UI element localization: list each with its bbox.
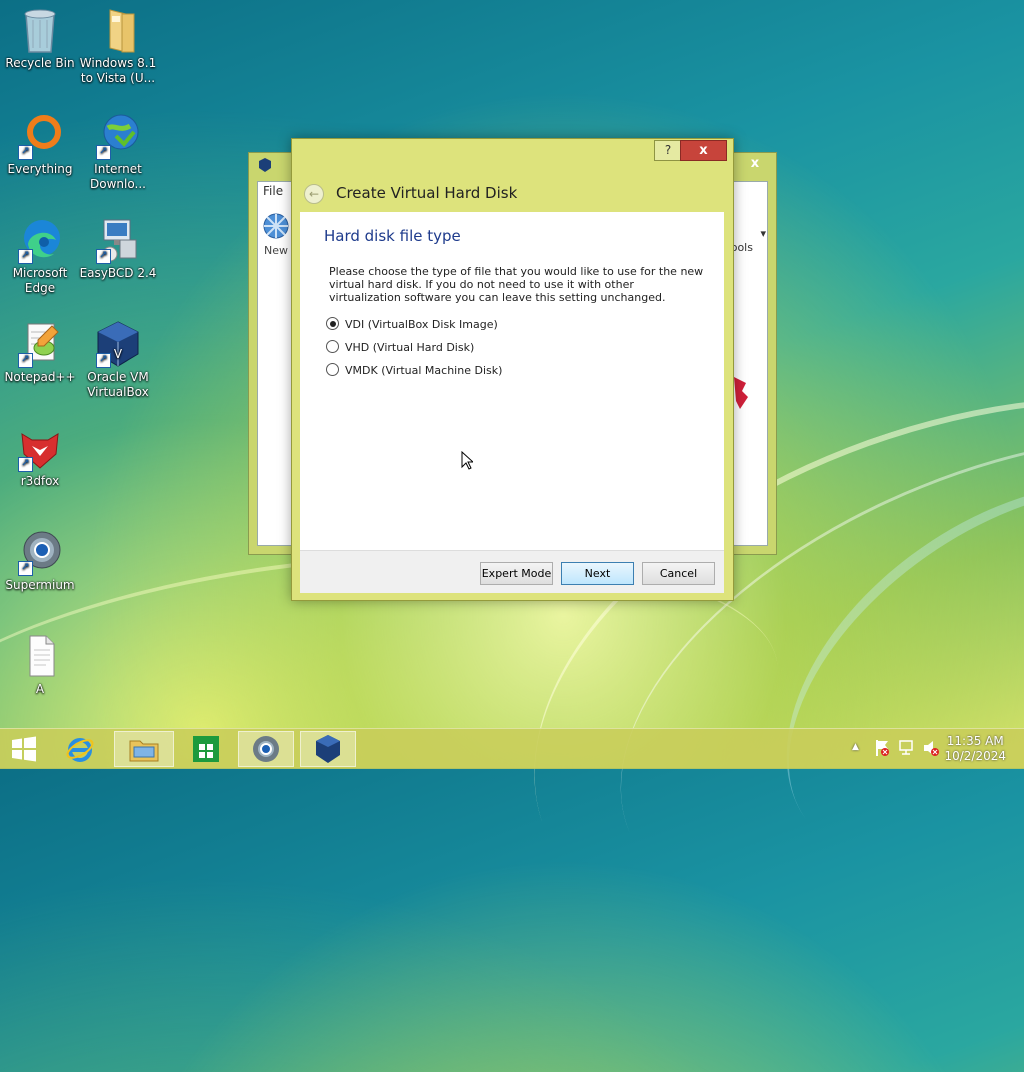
desktop-icon-r3dfox[interactable]: ↗ r3dfox [0,424,80,489]
desktop-icon-label: Everything [7,162,73,176]
radio-vhd[interactable]: VHD (Virtual Hard Disk) [326,340,474,354]
taskbar-internet-explorer[interactable] [52,731,108,767]
cancel-button[interactable]: Cancel [642,562,715,585]
clock-time: 11:35 AM [946,734,1004,748]
desktop-icon-label: Supermium [5,578,75,592]
radio-label: VDI (VirtualBox Disk Image) [345,318,498,331]
internet-download-manager-icon: ↗ [94,112,142,160]
edge-icon: ↗ [16,216,64,264]
recycle-bin-icon [16,6,64,54]
close-icon: x [699,143,708,158]
desktop-icon-edge[interactable]: ↗ Microsoft Edge [0,216,80,296]
toolbar-tools-label[interactable]: ools ▾ [730,227,766,254]
text-file-icon [16,632,64,680]
taskbar-file-explorer[interactable] [114,731,174,767]
dialog-title: Create Virtual Hard Disk [336,184,518,202]
virtualbox-icon: V ↗ [94,320,142,368]
easybcd-icon: ↗ [94,216,142,264]
new-vm-icon [263,213,289,239]
help-button[interactable]: ? [654,140,682,161]
virtualbox-small-icon [257,157,273,173]
next-button[interactable]: Next [561,562,634,585]
shortcut-arrow-icon: ↗ [18,561,33,576]
dialog-body: Hard disk file type Please choose the ty… [300,212,724,550]
start-icon [12,736,36,762]
virtualbox-icon [316,735,340,763]
mouse-cursor-icon [461,451,473,470]
everything-icon: ↗ [16,112,64,160]
radio-vdi[interactable]: VDI (VirtualBox Disk Image) [326,317,498,331]
taskbar-store[interactable] [178,731,234,767]
supermium-icon: ↗ [16,528,64,576]
manager-close-button[interactable]: x [742,155,768,173]
taskbar-clock[interactable]: 11:35 AM 10/2/2024 [944,734,1006,764]
desktop-icon-text-file[interactable]: A [0,632,80,697]
create-virtual-hard-disk-dialog[interactable]: ? x ← Create Virtual Hard Disk Hard disk… [291,138,734,601]
desktop-icon-idm[interactable]: ↗ Internet Downlo... [78,112,158,192]
close-icon: x [750,156,760,171]
r3dfox-icon: ↗ [16,424,64,472]
radio-unselected-icon[interactable] [326,340,339,353]
desktop-icon-label: Microsoft Edge [12,266,68,295]
taskbar-supermium[interactable] [238,731,294,767]
taskbar-virtualbox[interactable] [300,731,356,767]
notepad-plus-plus-icon: ↗ [16,320,64,368]
desktop-icon-notepad-plus-plus[interactable]: ↗ Notepad++ [0,320,80,385]
tray-volume-icon[interactable] [922,739,940,760]
manager-side-graphic-icon [732,373,748,413]
radio-unselected-icon[interactable] [326,363,339,376]
menu-file[interactable]: File [263,184,283,198]
desktop-icon-everything[interactable]: ↗ Everything [0,112,80,177]
tray-action-center-icon[interactable] [874,739,890,760]
shortcut-arrow-icon: ↗ [96,353,111,368]
desktop-icon-label: Recycle Bin [5,56,75,70]
store-icon [193,736,219,762]
desktop-icon-label: A [35,682,45,696]
dialog-footer: Expert Mode Next Cancel [300,550,724,593]
expert-mode-button[interactable]: Expert Mode [480,562,553,585]
radio-label: VHD (Virtual Hard Disk) [345,341,475,354]
desktop-icon-label: Windows 8.1 to Vista (U... [79,56,157,85]
back-arrow-icon: ← [308,187,320,201]
shortcut-arrow-icon: ↗ [18,353,33,368]
close-button[interactable]: x [680,140,727,161]
page-heading: Hard disk file type [324,227,461,245]
radio-label: VMDK (Virtual Machine Disk) [345,364,503,377]
help-icon: ? [664,143,672,157]
shortcut-arrow-icon: ↗ [18,457,33,472]
shortcut-arrow-icon: ↗ [96,249,111,264]
folder-icon [94,6,142,54]
desktop-icon-label: EasyBCD 2.4 [79,266,157,280]
desktop-icon-label: Notepad++ [4,370,76,384]
tray-overflow-button[interactable]: ▲ [852,742,859,752]
internet-explorer-icon [66,738,94,762]
radio-vmdk[interactable]: VMDK (Virtual Machine Disk) [326,363,502,377]
new-label: New [264,244,288,257]
start-button[interactable] [0,731,48,767]
clock-date: 10/2/2024 [944,749,1006,763]
page-description: Please choose the type of file that you … [329,265,704,304]
tools-label: ools [730,241,753,254]
radio-selected-icon[interactable] [326,317,339,330]
file-explorer-icon [129,740,159,762]
desktop-icon-label: Internet Downlo... [90,162,146,191]
shortcut-arrow-icon: ↗ [18,145,33,160]
svg-text:V: V [114,347,123,361]
desktop-icon-supermium[interactable]: ↗ Supermium [0,528,80,593]
desktop-icon-easybcd[interactable]: ↗ EasyBCD 2.4 [78,216,158,281]
desktop-icon-label: r3dfox [20,474,60,488]
desktop-icon-virtualbox[interactable]: V ↗ Oracle VM VirtualBox [78,320,158,400]
supermium-icon [253,736,279,762]
toolbar-new-button[interactable]: New [261,211,291,257]
desktop-icon-recycle-bin[interactable]: Recycle Bin [0,6,80,71]
desktop-icon-label: Oracle VM VirtualBox [87,370,149,399]
shortcut-arrow-icon: ↗ [18,249,33,264]
desktop-icon-folder[interactable]: Windows 8.1 to Vista (U... [78,6,158,86]
back-button[interactable]: ← [304,184,324,204]
tray-network-icon[interactable] [898,739,916,760]
taskbar: ▲ 11:35 AM 10/2/2024 [0,728,1024,769]
shortcut-arrow-icon: ↗ [96,145,111,160]
